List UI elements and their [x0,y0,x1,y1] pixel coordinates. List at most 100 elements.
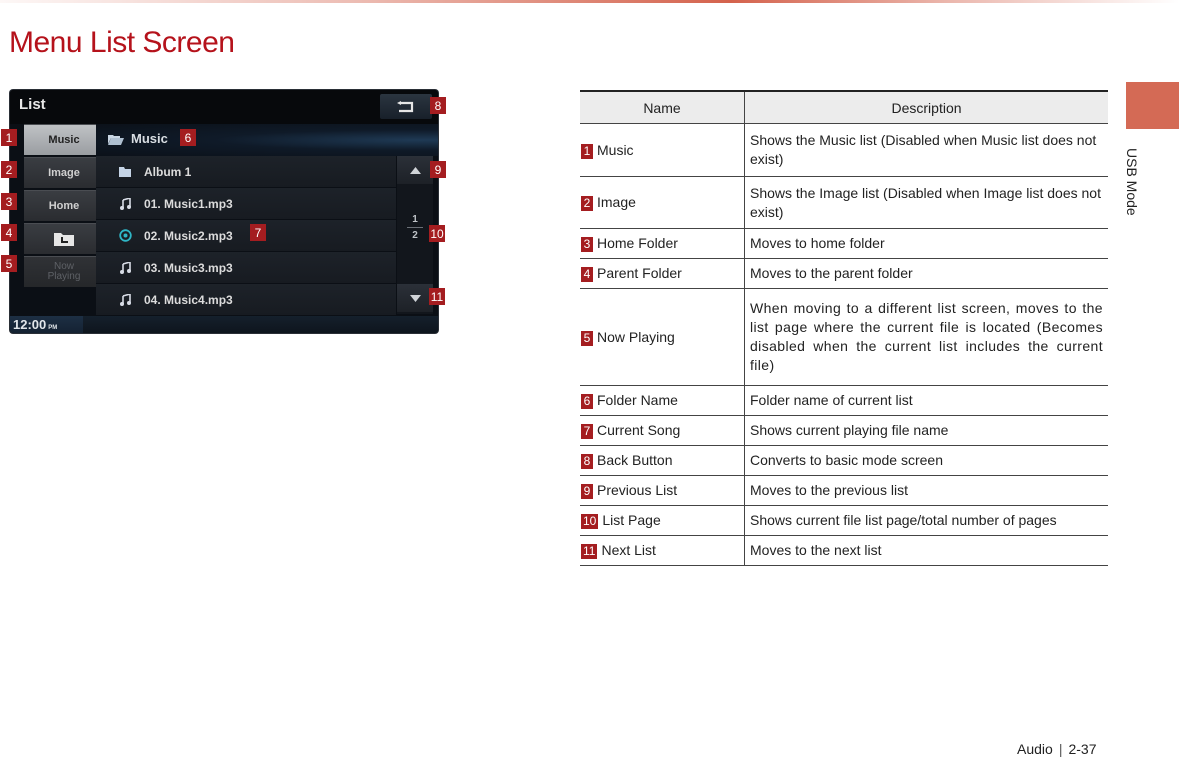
menu-music-label: Music [48,134,80,146]
callout-badge: 11 [429,288,445,305]
row-number-badge: 6 [581,394,593,409]
callout-badge: 8 [430,97,446,114]
list-item-folder[interactable]: Album 1 [96,156,396,188]
next-list-button[interactable] [397,284,433,312]
row-name: Folder Name [597,392,678,408]
row-number-badge: 2 [581,196,593,211]
row-description: Shows the Image list (Disabled when Imag… [744,176,1108,229]
total-pages: 2 [412,230,418,241]
top-decorative-rule [0,0,1179,3]
row-name: Home Folder [597,235,678,251]
row-name: Parent Folder [597,265,682,281]
section-tab-marker [1126,82,1179,129]
back-arrow-icon [397,100,414,112]
header-description: Description [744,90,1108,124]
open-folder-icon [108,135,124,145]
table-row: 6 Folder Name Folder name of current list [580,385,1108,416]
menu-home-label: Home [48,200,80,212]
description-table: Name Description 1 Music Shows the Music … [580,90,1108,566]
callout-badge: 7 [250,224,266,241]
menu-parent-folder-button[interactable] [24,223,104,254]
status-bar: 12:00 PM [10,316,438,333]
row-name: Image [597,194,636,210]
callout-badge: 1 [1,129,17,146]
previous-list-button[interactable] [397,156,433,184]
parent-folder-icon [54,233,74,246]
menu-music-button[interactable]: Music [24,124,104,155]
table-row: 9 Previous List Moves to the previous lis… [580,475,1108,506]
table-row: 5 Now Playing When moving to a different … [580,288,1108,386]
screen-header: List [10,90,438,124]
clock-time: 12:00 [13,317,47,332]
row-description: Moves to the next list [744,535,1108,566]
callout-badge: 10 [429,225,445,242]
row-description: Moves to the parent folder [744,258,1108,289]
footer-section: Audio [1017,741,1053,757]
page-title: Menu List Screen [9,26,235,59]
now-playing-icon [116,229,134,242]
row-description: Shows the Music list (Disabled when Musi… [744,123,1108,177]
clock: 12:00 PM [10,316,83,333]
row-number-badge: 9 [581,484,593,499]
menu-now-playing-button[interactable]: Now Playing [24,256,104,287]
callout-badge: 3 [1,193,17,210]
list-item-label: 02. Music2.mp3 [144,228,233,243]
row-number-badge: 7 [581,424,593,439]
row-description: Shows current playing file name [744,415,1108,446]
back-button[interactable] [380,94,432,119]
table-row: 3 Home Folder Moves to home folder [580,228,1108,259]
row-number-badge: 1 [581,143,593,159]
callout-badge: 6 [180,129,196,146]
row-description: Converts to basic mode screen [744,445,1108,476]
list-item-label: 03. Music3.mp3 [144,260,233,275]
menu-image-label: Image [48,167,80,179]
table-row: 8 Back Button Converts to basic mode scre… [580,445,1108,476]
row-description: Shows current file list page/total numbe… [744,505,1108,536]
menu-home-button[interactable]: Home [24,190,104,221]
row-number-badge: 10 [581,514,599,529]
section-tab-label: USB Mode [1124,148,1140,216]
row-number-badge: 5 [581,330,593,346]
list-page-indicator: 1 2 [397,214,433,241]
list-item-label: 04. Music4.mp3 [144,292,233,307]
music-note-icon [116,197,134,210]
footer-page-number: 2-37 [1068,741,1097,757]
music-note-icon [116,261,134,274]
callout-badge: 5 [1,255,17,272]
row-name: Music [597,141,634,158]
music-note-icon [116,293,134,306]
menu-image-button[interactable]: Image [24,157,104,188]
folder-name-bar: Music [96,124,438,156]
folder-name: Music [131,131,168,146]
row-name: Back Button [597,452,673,468]
table-row: 11 Next List Moves to the next list [580,535,1108,566]
down-arrow-icon [409,294,421,302]
row-name: Previous List [597,482,678,498]
row-name: Current Song [597,422,681,438]
header-name: Name [580,90,745,124]
list-item-label: 01. Music1.mp3 [144,196,233,211]
table-row: 1 Music Shows the Music list (Disabled wh… [580,123,1108,177]
row-number-badge: 4 [581,267,593,282]
table-row: 2 Image Shows the Image list (Disabled wh… [580,176,1108,229]
page-divider [407,227,423,228]
row-number-badge: 8 [581,454,593,469]
row-name: Now Playing [597,328,675,345]
list-item-song[interactable]: 03. Music3.mp3 [96,252,396,284]
list-item-label: Album 1 [144,164,192,179]
footer-separator: | [1058,741,1063,757]
list-screen-mockup: List Music Image Home Now Playing Music … [10,90,438,333]
list-item-song[interactable]: 04. Music4.mp3 [96,284,396,316]
row-name: List Page [602,512,661,528]
list-item-song[interactable]: 01. Music1.mp3 [96,188,396,220]
row-description: Moves to home folder [744,228,1108,259]
current-page: 1 [412,214,418,225]
file-list: Album 1 01. Music1.mp3 02. Music2.mp3 03… [96,156,396,316]
row-number-badge: 11 [581,544,598,559]
list-scroll-column: 1 2 [397,156,433,314]
row-description: Moves to the previous list [744,475,1108,506]
folder-icon [116,166,134,177]
table-row: 7 Current Song Shows current playing file… [580,415,1108,446]
list-item-current-song[interactable]: 02. Music2.mp3 [96,220,396,252]
callout-badge: 4 [1,224,17,241]
